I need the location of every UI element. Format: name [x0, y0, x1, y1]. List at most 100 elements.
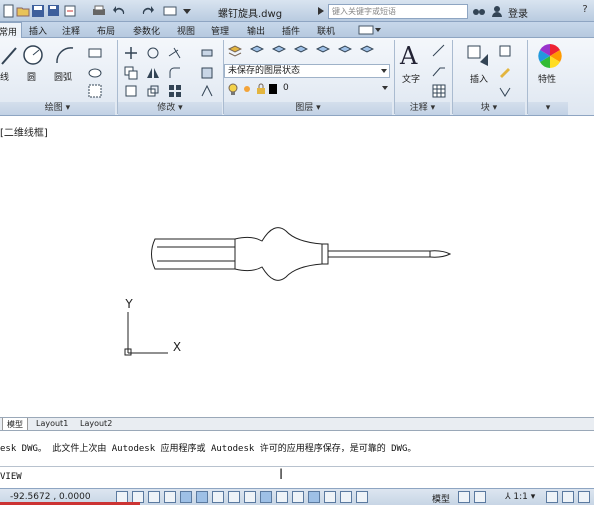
edit-block-icon[interactable] — [498, 64, 512, 78]
text-tool-label[interactable]: 文字 — [402, 72, 420, 85]
redo-icon[interactable] — [140, 4, 154, 18]
tab-home[interactable]: 常用 — [0, 22, 23, 39]
polar-tracking-icon[interactable] — [180, 491, 192, 503]
scale-tool-icon[interactable] — [146, 84, 160, 98]
ortho-mode-icon[interactable] — [164, 491, 176, 503]
layer-state-dropdown[interactable]: 未保存的图层状态 — [224, 64, 390, 78]
properties-label[interactable]: 特性 — [538, 72, 556, 85]
quick-properties-icon[interactable] — [308, 491, 320, 503]
offset-tool-icon[interactable] — [200, 84, 214, 98]
dynamic-ucs-icon[interactable] — [244, 491, 256, 503]
layer-lock-icon[interactable] — [338, 44, 352, 58]
layer-off-icon[interactable] — [294, 44, 308, 58]
hatch-tool-icon[interactable] — [88, 84, 102, 98]
grid-display-icon[interactable] — [148, 491, 160, 503]
tab-output[interactable]: 输出 — [247, 24, 265, 37]
auto-scale-icon[interactable] — [562, 491, 574, 503]
insert-block-icon[interactable] — [466, 44, 492, 70]
layer-state-icon[interactable] — [250, 44, 264, 58]
print-icon[interactable] — [92, 4, 106, 18]
command-line-input[interactable]: VIEW — [0, 466, 594, 488]
tab-annotate[interactable]: 注释 — [62, 24, 80, 37]
text-tool-icon[interactable]: A — [400, 42, 417, 70]
layer-walk-icon[interactable] — [360, 44, 374, 58]
copy-tool-icon[interactable] — [124, 66, 138, 80]
line-tool-icon[interactable] — [0, 44, 18, 66]
dimension-tool-icon[interactable] — [432, 44, 446, 58]
array-tool-icon[interactable] — [168, 84, 182, 98]
block-attribute-icon[interactable] — [498, 84, 512, 98]
create-block-icon[interactable] — [498, 44, 512, 58]
ellipse-tool-icon[interactable] — [88, 66, 102, 80]
table-tool-icon[interactable] — [432, 84, 446, 98]
search-input[interactable]: 键入关键字或短语 — [328, 4, 468, 19]
quick-access-dropdown-icon[interactable] — [180, 4, 194, 18]
erase-tool-icon[interactable] — [200, 46, 214, 60]
layer-freeze-icon[interactable] — [316, 44, 330, 58]
object-snap-tracking-icon[interactable] — [228, 491, 240, 503]
binoculars-icon[interactable] — [472, 4, 486, 18]
padlock-icon[interactable] — [254, 82, 268, 96]
save-icon[interactable] — [31, 4, 45, 18]
undo-history-icon[interactable] — [63, 4, 77, 18]
3d-object-snap-icon[interactable] — [212, 491, 224, 503]
lineweight-icon[interactable] — [276, 491, 288, 503]
annotation-monitor-icon[interactable] — [340, 491, 352, 503]
move-tool-icon[interactable] — [124, 46, 138, 60]
selection-cycling-icon[interactable] — [324, 491, 336, 503]
settings-icon[interactable] — [578, 491, 590, 503]
sun-icon[interactable] — [240, 82, 254, 96]
rectangle-tool-icon[interactable] — [88, 46, 102, 60]
annotation-panel-label[interactable]: 注释 ▾ — [395, 102, 450, 115]
lightbulb-icon[interactable] — [226, 82, 240, 96]
search-expand-icon[interactable] — [318, 7, 324, 15]
modify-panel-label[interactable]: 修改 ▾ — [118, 102, 222, 115]
fillet-tool-icon[interactable] — [168, 66, 182, 80]
layer-properties-icon[interactable] — [228, 44, 242, 58]
stretch-tool-icon[interactable] — [124, 84, 138, 98]
annotation-scale-button[interactable]: ⅄ 1:1 ▾ — [505, 492, 535, 502]
transparency-icon[interactable] — [292, 491, 304, 503]
tab-view[interactable]: 视图 — [177, 24, 195, 37]
properties-panel-label[interactable]: ▾ — [528, 102, 568, 115]
tab-parametric[interactable]: 参数化 — [133, 24, 160, 37]
circle-tool-icon[interactable] — [22, 44, 44, 66]
current-layer-dropdown[interactable]: 0 — [280, 82, 390, 96]
workspace-switch-icon[interactable] — [356, 491, 368, 503]
draw-panel-label[interactable]: 绘图 ▾ — [0, 102, 115, 115]
object-snap-icon[interactable] — [196, 491, 208, 503]
ribbon-minimize-icon[interactable] — [358, 23, 382, 37]
insert-block-label[interactable]: 插入 — [470, 72, 488, 85]
tab-layout1[interactable]: Layout1 — [32, 418, 72, 429]
tab-plugins[interactable]: 插件 — [282, 24, 300, 37]
tab-manage[interactable]: 管理 — [211, 24, 229, 37]
layer-color-swatch[interactable] — [268, 82, 278, 96]
tab-layout2[interactable]: Layout2 — [76, 418, 116, 429]
explode-tool-icon[interactable] — [200, 66, 214, 80]
tab-layout[interactable]: 布局 — [97, 24, 115, 37]
undo-icon[interactable] — [113, 4, 127, 18]
open-file-icon[interactable] — [16, 4, 30, 18]
tab-online[interactable]: 联机 — [317, 24, 335, 37]
properties-color-wheel-icon[interactable] — [536, 42, 564, 70]
new-file-icon[interactable] — [2, 4, 16, 18]
dynamic-input-icon[interactable] — [260, 491, 272, 503]
annotation-visibility-icon[interactable] — [546, 491, 558, 503]
drawing-canvas[interactable]: [二维线框] Y X — [0, 117, 594, 417]
mirror-tool-icon[interactable] — [146, 66, 160, 80]
quick-view-layouts-icon[interactable] — [458, 491, 470, 503]
login-link[interactable]: 登录 — [508, 5, 528, 20]
block-panel-label[interactable]: 块 ▾ — [453, 102, 525, 115]
model-space-button[interactable]: 模型 — [432, 492, 450, 505]
circle-tool-label[interactable]: 圆 — [27, 70, 36, 83]
leader-tool-icon[interactable] — [432, 64, 446, 78]
line-tool-label[interactable]: 线 — [0, 70, 9, 83]
layer-isolate-icon[interactable] — [272, 44, 286, 58]
arc-tool-label[interactable]: 圆弧 — [54, 70, 72, 83]
arc-tool-icon[interactable] — [54, 44, 76, 66]
user-icon[interactable] — [490, 4, 504, 18]
help-icon[interactable]: ? — [578, 3, 592, 17]
tab-insert[interactable]: 插入 — [29, 24, 47, 37]
rotate-tool-icon[interactable] — [146, 46, 160, 60]
workspace-icon[interactable] — [163, 4, 177, 18]
